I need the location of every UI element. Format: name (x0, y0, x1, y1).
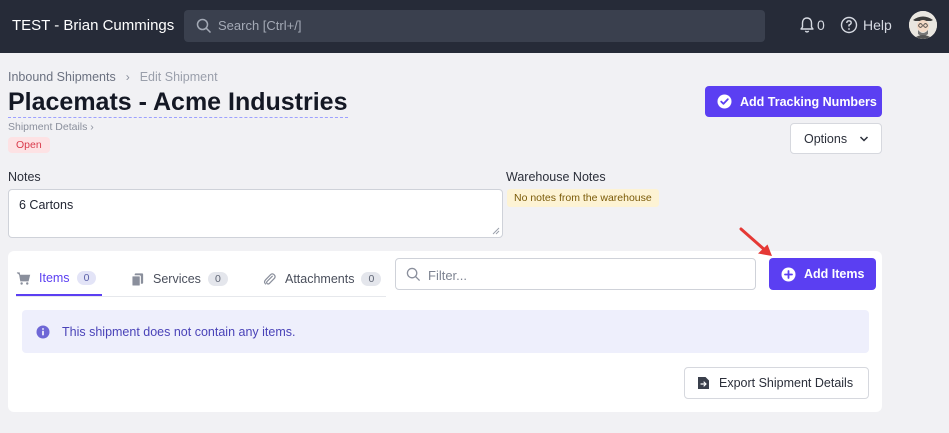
help-link[interactable]: Help (863, 17, 892, 33)
shipment-details-label: Shipment Details (8, 121, 88, 133)
top-bar: TEST - Brian Cummings Search [Ctrl+/] 0 … (0, 0, 949, 53)
breadcrumb-current: Edit Shipment (139, 70, 218, 84)
notes-label: Notes (8, 170, 41, 184)
breadcrumb-inbound-shipments[interactable]: Inbound Shipments (8, 70, 116, 84)
shipment-details-link[interactable]: Shipment Details › (8, 121, 94, 133)
add-items-button[interactable]: Add Items (769, 258, 876, 290)
annotation-arrow-icon (739, 227, 772, 256)
empty-items-alert: This shipment does not contain any items… (22, 310, 869, 353)
options-button[interactable]: Options (790, 123, 882, 154)
tab-attachments-label: Attachments (285, 272, 355, 286)
resize-handle-icon[interactable] (492, 227, 500, 235)
tab-items-label: Items (39, 271, 70, 285)
help-icon[interactable] (840, 16, 858, 34)
filter-input[interactable] (428, 265, 738, 285)
documents-icon (131, 272, 144, 287)
app-title[interactable]: TEST - Brian Cummings (12, 17, 174, 34)
add-tracking-numbers-label: Add Tracking Numbers (740, 94, 877, 109)
user-avatar[interactable] (909, 11, 937, 39)
search-placeholder: Search [Ctrl+/] (218, 18, 302, 33)
bell-icon[interactable] (798, 16, 816, 34)
breadcrumb: Inbound Shipments › Edit Shipment (8, 70, 218, 84)
tab-services[interactable]: Services 0 (130, 262, 228, 296)
export-label: Export Shipment Details (719, 376, 854, 390)
alert-message: This shipment does not contain any items… (62, 324, 296, 339)
plus-circle-icon (781, 267, 796, 281)
chevron-right-icon: › (90, 121, 94, 133)
avatar-image (909, 11, 937, 39)
cart-icon (16, 271, 31, 285)
notification-count[interactable]: 0 (817, 17, 825, 33)
notes-value: 6 Cartons (19, 198, 74, 212)
filter-field[interactable] (395, 258, 756, 290)
notes-textarea[interactable]: 6 Cartons (8, 189, 503, 238)
check-circle-icon (717, 94, 732, 109)
tab-items[interactable]: Items 0 (16, 262, 102, 296)
add-tracking-numbers-button[interactable]: Add Tracking Numbers (705, 86, 882, 117)
export-shipment-details-button[interactable]: Export Shipment Details (684, 367, 869, 399)
search-icon (406, 267, 421, 282)
tabs-divider (16, 296, 386, 297)
global-search[interactable]: Search [Ctrl+/] (184, 10, 765, 42)
warehouse-notes-label: Warehouse Notes (506, 170, 606, 184)
tab-items-count: 0 (76, 271, 97, 285)
page-title[interactable]: Placemats - Acme Industries (8, 87, 348, 118)
tab-services-label: Services (153, 272, 201, 286)
info-icon (36, 325, 50, 338)
file-export-icon (698, 377, 709, 389)
tab-attachments[interactable]: Attachments 0 (262, 262, 382, 296)
chevron-right-icon: › (125, 70, 130, 84)
chevron-down-icon (860, 135, 869, 142)
status-badge: Open (8, 137, 50, 153)
search-icon (196, 18, 212, 34)
tab-services-count: 0 (207, 272, 228, 286)
tab-attachments-count: 0 (361, 272, 382, 286)
add-items-label: Add Items (804, 267, 865, 281)
warehouse-notes-value: No notes from the warehouse (507, 189, 659, 207)
options-label: Options (804, 131, 848, 146)
paperclip-icon (263, 272, 276, 285)
